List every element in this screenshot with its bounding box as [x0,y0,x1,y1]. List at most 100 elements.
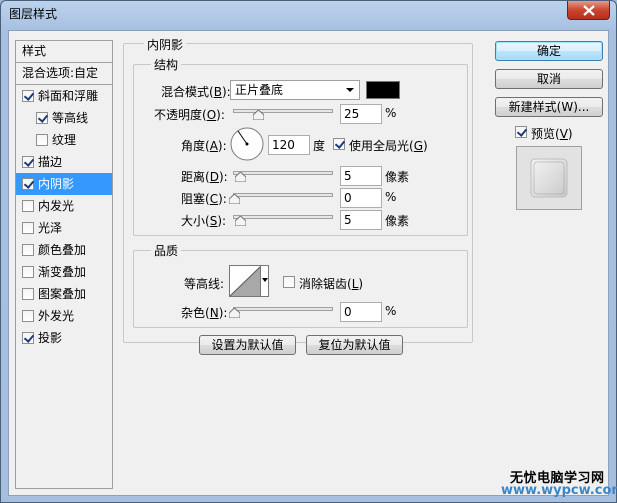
watermark-url: www.wypcw.com [501,483,617,498]
size-input[interactable]: 5 [340,210,382,230]
blend-options-item[interactable]: 混合选项:自定 [16,63,112,85]
shadow-color-swatch[interactable] [366,81,400,99]
antialias-checkbox[interactable] [283,276,295,288]
contour-dropdown[interactable] [260,266,268,296]
style-item-checkbox[interactable] [36,112,48,124]
structure-title: 结构 [151,56,182,73]
antialias-label: 消除锯齿(L) [299,277,364,291]
style-item-label: 等高线 [52,111,89,125]
preview-label-text: 预览 [531,127,556,141]
preview-swatch-icon [517,147,581,209]
style-list-item[interactable]: 渐变叠加 [16,261,112,283]
style-list-item[interactable]: 图案叠加 [16,283,112,305]
size-slider[interactable] [233,212,333,226]
size-slider-track [233,215,333,219]
style-item-checkbox[interactable] [22,266,34,278]
contour-picker[interactable] [229,265,269,297]
slider-thumb-icon[interactable] [229,194,240,204]
new-style-button[interactable]: 新建样式(W)... [495,97,603,117]
style-list-item[interactable]: 外发光 [16,305,112,327]
distance-unit: 像素 [385,170,410,184]
style-list-item[interactable]: 等高线 [16,107,112,129]
blend-mode-label: 混合模式(B): [161,85,231,99]
angle-label: 角度(A): [181,139,227,153]
distance-input[interactable]: 5 [340,166,382,186]
angle-label-text: 角度 [181,139,206,153]
opacity-slider-track [233,109,333,113]
style-list-item[interactable]: 投影 [16,327,112,349]
distance-slider[interactable] [233,168,333,182]
style-list-header[interactable]: 样式 [16,41,112,63]
preview-checkbox[interactable] [515,126,527,138]
ok-button[interactable]: 确定 [495,41,603,61]
global-light-checkbox[interactable] [333,138,345,150]
style-item-checkbox[interactable] [22,200,34,212]
style-preview [516,146,582,210]
style-list-item[interactable]: 内发光 [16,195,112,217]
angle-dial-icon[interactable] [229,126,265,162]
blend-mode-value: 正片叠底 [235,83,284,97]
blend-mode-select[interactable]: 正片叠底 [230,80,360,100]
style-item-label: 斜面和浮雕 [38,89,99,103]
noise-slider-track [233,307,333,311]
blend-mode-label-text: 混合模式 [161,85,210,99]
style-list-item[interactable]: 纹理 [16,129,112,151]
slider-thumb-icon[interactable] [235,216,246,226]
style-item-checkbox[interactable] [22,90,34,102]
global-light-label: 使用全局光(G) [349,139,428,153]
opacity-unit: % [385,106,397,120]
style-list: 样式 混合选项:自定 斜面和浮雕等高线纹理描边内阴影内发光光泽 颜色叠加渐变叠加图… [15,40,113,489]
opacity-slider[interactable] [233,106,333,120]
cancel-button[interactable]: 取消 [495,69,603,89]
reset-default-button[interactable]: 复位为默认值 [306,335,403,355]
distance-hotkey: D [209,170,219,184]
preview-label: 预览(V) [531,127,573,141]
angle-unit: 度 [313,139,326,153]
noise-slider[interactable] [229,304,333,318]
slider-thumb-icon[interactable] [253,110,264,120]
quality-title: 品质 [151,242,182,259]
size-unit: 像素 [385,214,410,228]
choke-label-text: 阻塞 [181,192,206,206]
size-hotkey: S [209,214,218,228]
style-item-checkbox[interactable] [36,134,48,146]
contour-label: 等高线: [184,277,225,291]
style-item-checkbox[interactable] [22,222,34,234]
distance-slider-track [233,171,333,175]
opacity-label: 不透明度(O): [154,108,225,122]
style-item-checkbox[interactable] [22,244,34,256]
style-item-label: 纹理 [52,133,77,147]
style-item-checkbox[interactable] [22,178,34,190]
set-default-button[interactable]: 设置为默认值 [199,335,296,355]
style-item-checkbox[interactable] [22,288,34,300]
opacity-hotkey: O [206,108,217,122]
dialog-window: 图层样式 样式 混合选项:自定 斜面和浮雕等高线纹理描边内阴影内发光光泽 颜色叠加… [0,0,617,503]
slider-thumb-icon[interactable] [235,172,246,182]
style-list-item[interactable]: 斜面和浮雕 [16,85,112,107]
style-item-label: 渐变叠加 [38,265,87,279]
style-list-item[interactable]: 内阴影 [16,173,112,195]
choke-slider[interactable] [229,190,333,204]
opacity-input[interactable]: 25 [340,104,382,124]
style-items: 斜面和浮雕等高线纹理描边内阴影内发光光泽 颜色叠加渐变叠加图案叠加外发光投影 [16,85,112,349]
opacity-label-text: 不透明度 [154,108,203,122]
preview-hotkey: V [559,127,568,141]
style-item-checkbox[interactable] [22,332,34,344]
slider-thumb-icon[interactable] [229,308,240,318]
choke-input[interactable]: 0 [340,188,382,208]
style-item-label: 内发光 [38,199,75,213]
title-bar[interactable]: 图层样式 [1,1,616,27]
style-list-item[interactable]: 描边 [16,151,112,173]
style-item-label: 描边 [38,155,63,169]
distance-label-text: 距离 [181,170,206,184]
angle-input[interactable]: 120 [268,135,310,155]
choke-slider-track [233,193,333,197]
noise-input[interactable]: 0 [340,302,382,322]
style-list-item[interactable]: 颜色叠加 [16,239,112,261]
style-item-label: 外发光 [38,309,75,323]
style-item-checkbox[interactable] [22,310,34,322]
style-item-checkbox[interactable] [22,156,34,168]
global-light-hotkey: G [413,139,424,153]
close-button[interactable] [567,1,610,20]
style-list-item[interactable]: 光泽 [16,217,112,239]
